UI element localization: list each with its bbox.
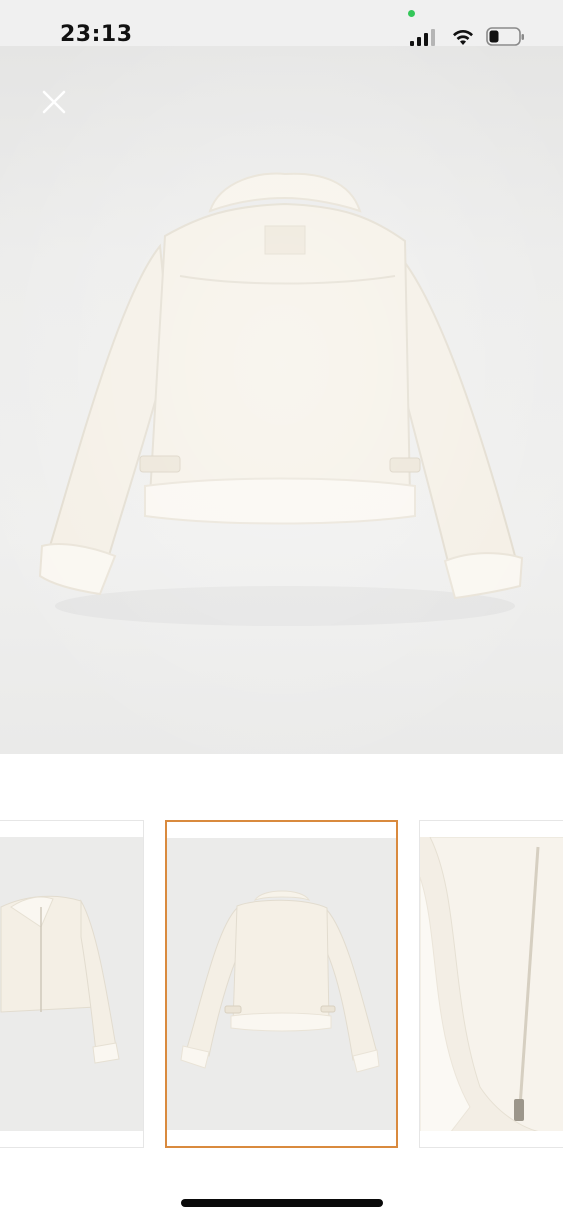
battery-icon bbox=[486, 27, 524, 46]
product-image-viewer: 23:13 bbox=[0, 0, 563, 1219]
thumbnail-strip bbox=[0, 820, 563, 1150]
signal-icon bbox=[410, 29, 435, 46]
jacket-back-image bbox=[0, 46, 563, 754]
jacket-back-thumbnail-image bbox=[180, 890, 380, 1073]
close-button[interactable] bbox=[36, 84, 72, 120]
camera-indicator-dot bbox=[408, 10, 415, 17]
close-icon bbox=[42, 90, 66, 114]
thumbnail-detail-zipper[interactable] bbox=[419, 820, 563, 1148]
product-main-image[interactable] bbox=[0, 46, 563, 754]
status-bar: 23:13 bbox=[0, 0, 563, 47]
wifi-icon bbox=[453, 29, 473, 45]
home-indicator[interactable] bbox=[181, 1199, 383, 1207]
thumbnail-back-view[interactable] bbox=[165, 820, 398, 1148]
thumbnail-front-view[interactable] bbox=[0, 820, 144, 1148]
status-time: 23:13 bbox=[60, 22, 133, 47]
jacket-zipper-detail-image bbox=[420, 837, 563, 1131]
jacket-front-thumbnail-image bbox=[0, 895, 120, 1064]
